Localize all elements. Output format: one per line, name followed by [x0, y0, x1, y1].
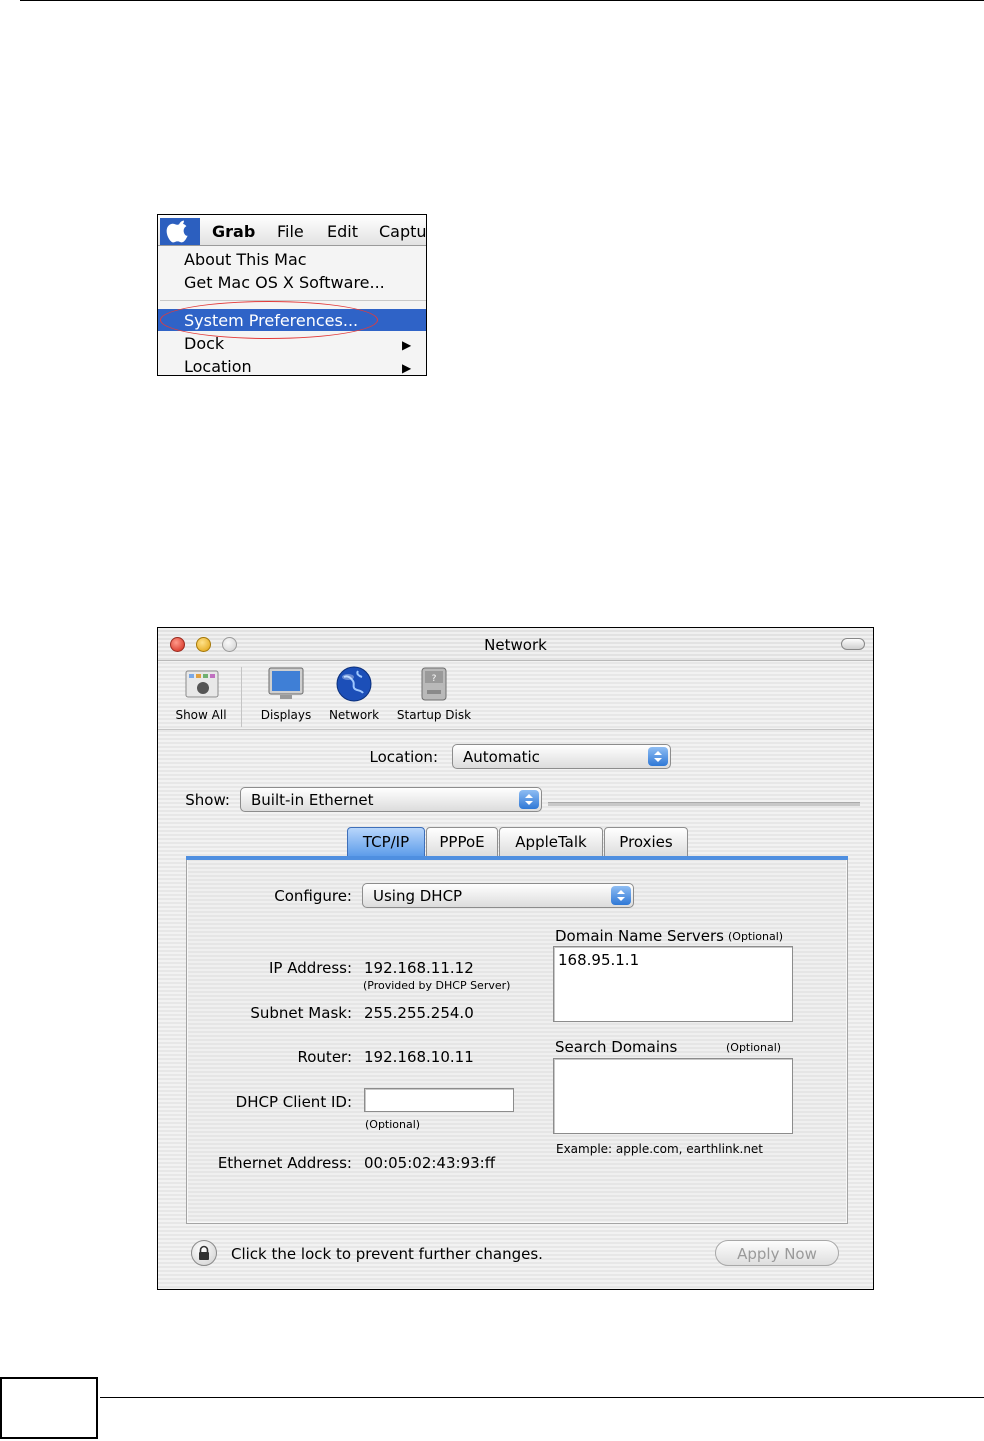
svg-text:?: ? [432, 674, 437, 684]
apple-logo-icon [166, 220, 188, 243]
toolbar-displays[interactable]: Displays [254, 661, 318, 727]
toolbar-network[interactable]: Network [322, 661, 386, 727]
lock-button[interactable] [191, 1240, 217, 1266]
ip-address-note: (Provided by DHCP Server) [363, 979, 511, 992]
apply-now-label: Apply Now [737, 1245, 817, 1263]
menu-item-dock[interactable]: Dock [184, 334, 224, 353]
ethernet-address-value: 00:05:02:43:93:ff [364, 1154, 496, 1172]
tab-label: TCP/IP [362, 833, 410, 851]
toolbar-label: Show All [175, 708, 227, 722]
dhcp-client-id-note: (Optional) [365, 1118, 421, 1131]
subnet-mask-label: Subnet Mask: [250, 1004, 352, 1022]
displays-icon [268, 667, 304, 699]
network-globe-icon [336, 666, 372, 702]
toolbar-divider [241, 667, 242, 727]
page-number-box [0, 1377, 98, 1439]
dns-label: Domain Name Servers [555, 927, 724, 945]
show-value: Built-in Ethernet [251, 791, 374, 809]
panel-accent-bar [186, 856, 848, 860]
toolbar: Show All Displays Network ? Startup Disk [158, 661, 873, 730]
toolbar-label: Network [328, 708, 380, 722]
toolbar-startup-disk[interactable]: ? Startup Disk [390, 661, 478, 727]
search-domains-optional-note: (Optional) [726, 1041, 782, 1054]
submenu-arrow-icon: ▶ [402, 361, 412, 375]
tab-pppoe[interactable]: PPPoE [426, 827, 498, 857]
router-value: 192.168.10.11 [364, 1048, 474, 1066]
tab-label: PPPoE [439, 833, 485, 851]
menubar-item-file[interactable]: File [277, 222, 304, 241]
top-rule [20, 0, 984, 1]
dhcp-client-id-label: DHCP Client ID: [235, 1093, 352, 1111]
dns-servers-value: 168.95.1.1 [558, 951, 640, 969]
location-value: Automatic [463, 748, 540, 766]
dhcp-client-id-field[interactable] [364, 1088, 514, 1112]
window-title: Network [484, 636, 547, 654]
apple-menu-screenshot: Grab File Edit Captu About This Mac Get … [157, 214, 427, 376]
startup-disk-icon: ? [421, 667, 447, 701]
show-select[interactable]: Built-in Ethernet [240, 787, 542, 812]
tab-tcp-ip[interactable]: TCP/IP [347, 827, 425, 857]
submenu-arrow-icon: ▶ [402, 338, 412, 352]
search-domains-example: Example: apple.com, earthlink.net [556, 1142, 764, 1156]
separator-line [548, 802, 860, 806]
router-label: Router: [297, 1048, 353, 1066]
tab-label: AppleTalk [515, 833, 587, 851]
title-bar: Network [158, 628, 873, 661]
tab-proxies[interactable]: Proxies [604, 827, 688, 857]
apple-menu[interactable] [160, 218, 200, 245]
menu-item-get-software[interactable]: Get Mac OS X Software... [184, 273, 385, 292]
network-window-screenshot: Network Show All Displays Network ? Star… [157, 627, 874, 1290]
dns-optional-note: (Optional) [728, 930, 784, 943]
toolbar-label: Displays [260, 708, 312, 722]
popup-arrows-icon [648, 747, 668, 766]
toolbar-toggle-button[interactable] [841, 638, 865, 650]
configure-select[interactable]: Using DHCP [362, 883, 634, 908]
search-domains-label: Search Domains [555, 1038, 678, 1056]
lock-icon [199, 1245, 209, 1260]
toolbar-show-all[interactable]: Show All [162, 661, 240, 727]
tab-label: Proxies [619, 833, 673, 851]
ethernet-address-label: Ethernet Address: [217, 1154, 352, 1172]
apply-now-button[interactable]: Apply Now [715, 1240, 839, 1266]
menu-item-about-this-mac[interactable]: About This Mac [184, 250, 307, 269]
search-domains-field[interactable] [553, 1058, 793, 1134]
tab-appletalk[interactable]: AppleTalk [499, 827, 603, 857]
location-select[interactable]: Automatic [452, 744, 671, 769]
show-all-icon [185, 670, 219, 698]
menu-bar: Grab File Edit Captu [158, 215, 426, 246]
menubar-item-capture[interactable]: Captu [379, 222, 426, 241]
configure-label: Configure: [274, 887, 352, 905]
footer-rule [100, 1397, 984, 1398]
toolbar-label: Startup Disk [396, 708, 472, 722]
dns-servers-field[interactable]: 168.95.1.1 [553, 946, 793, 1022]
popup-arrows-icon [611, 886, 631, 905]
menubar-item-edit[interactable]: Edit [327, 222, 358, 241]
ip-address-value: 192.168.11.12 [364, 959, 474, 977]
location-label: Location: [369, 748, 439, 766]
show-label: Show: [185, 791, 230, 809]
popup-arrows-icon [519, 790, 539, 809]
configure-value: Using DHCP [373, 887, 463, 905]
ip-address-label: IP Address: [268, 959, 352, 977]
subnet-mask-value: 255.255.254.0 [364, 1004, 474, 1022]
menu-item-location[interactable]: Location [184, 357, 252, 375]
menubar-item-grab[interactable]: Grab [212, 222, 255, 241]
lock-message: Click the lock to prevent further change… [231, 1245, 543, 1263]
